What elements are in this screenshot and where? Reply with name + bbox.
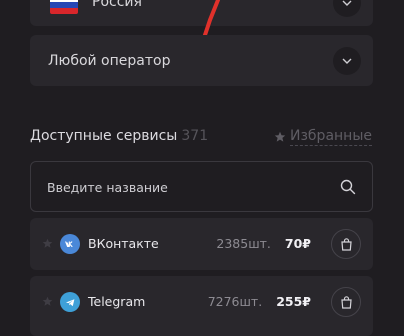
search-input[interactable] bbox=[45, 175, 319, 199]
star-icon[interactable] bbox=[42, 296, 53, 307]
chevron-down-icon[interactable] bbox=[333, 0, 361, 17]
service-row-telegram[interactable]: Telegram 7276шт. 255₽ bbox=[30, 276, 373, 336]
service-name: Telegram bbox=[88, 294, 146, 309]
russia-flag-icon bbox=[50, 0, 78, 14]
service-quantity: 2385шт. bbox=[216, 236, 271, 251]
star-icon[interactable] bbox=[42, 238, 53, 249]
service-name: ВКонтакте bbox=[88, 236, 159, 251]
service-quantity: 7276шт. bbox=[207, 294, 263, 309]
buy-button[interactable] bbox=[331, 229, 361, 259]
service-price: 255₽ bbox=[276, 294, 311, 309]
service-stock: 2385шт. 70₽ bbox=[191, 236, 311, 251]
operator-select[interactable]: Любой оператор bbox=[30, 35, 373, 86]
country-select[interactable]: Россия bbox=[30, 0, 373, 26]
star-icon bbox=[274, 131, 286, 142]
service-stock: 7276шт. 255₽ bbox=[191, 294, 311, 309]
buy-button[interactable] bbox=[331, 287, 361, 317]
shopping-bag-icon bbox=[340, 237, 352, 251]
search-icon[interactable] bbox=[340, 179, 356, 195]
favorites-label: Избранные bbox=[290, 128, 372, 146]
services-heading: Доступные сервисы 371 bbox=[30, 128, 208, 144]
operator-label: Любой оператор bbox=[48, 53, 171, 69]
services-count: 371 bbox=[181, 128, 209, 144]
vk-icon bbox=[60, 234, 80, 254]
services-title: Доступные сервисы bbox=[30, 128, 178, 144]
service-price: 70₽ bbox=[284, 236, 311, 251]
telegram-icon bbox=[60, 292, 80, 312]
chevron-down-icon[interactable] bbox=[333, 47, 361, 75]
country-label: Россия bbox=[92, 0, 142, 10]
search-box bbox=[30, 161, 373, 212]
favorites-link[interactable]: Избранные bbox=[274, 128, 372, 146]
shopping-bag-icon bbox=[340, 295, 352, 309]
service-row-vk[interactable]: ВКонтакте 2385шт. 70₽ bbox=[30, 218, 373, 270]
